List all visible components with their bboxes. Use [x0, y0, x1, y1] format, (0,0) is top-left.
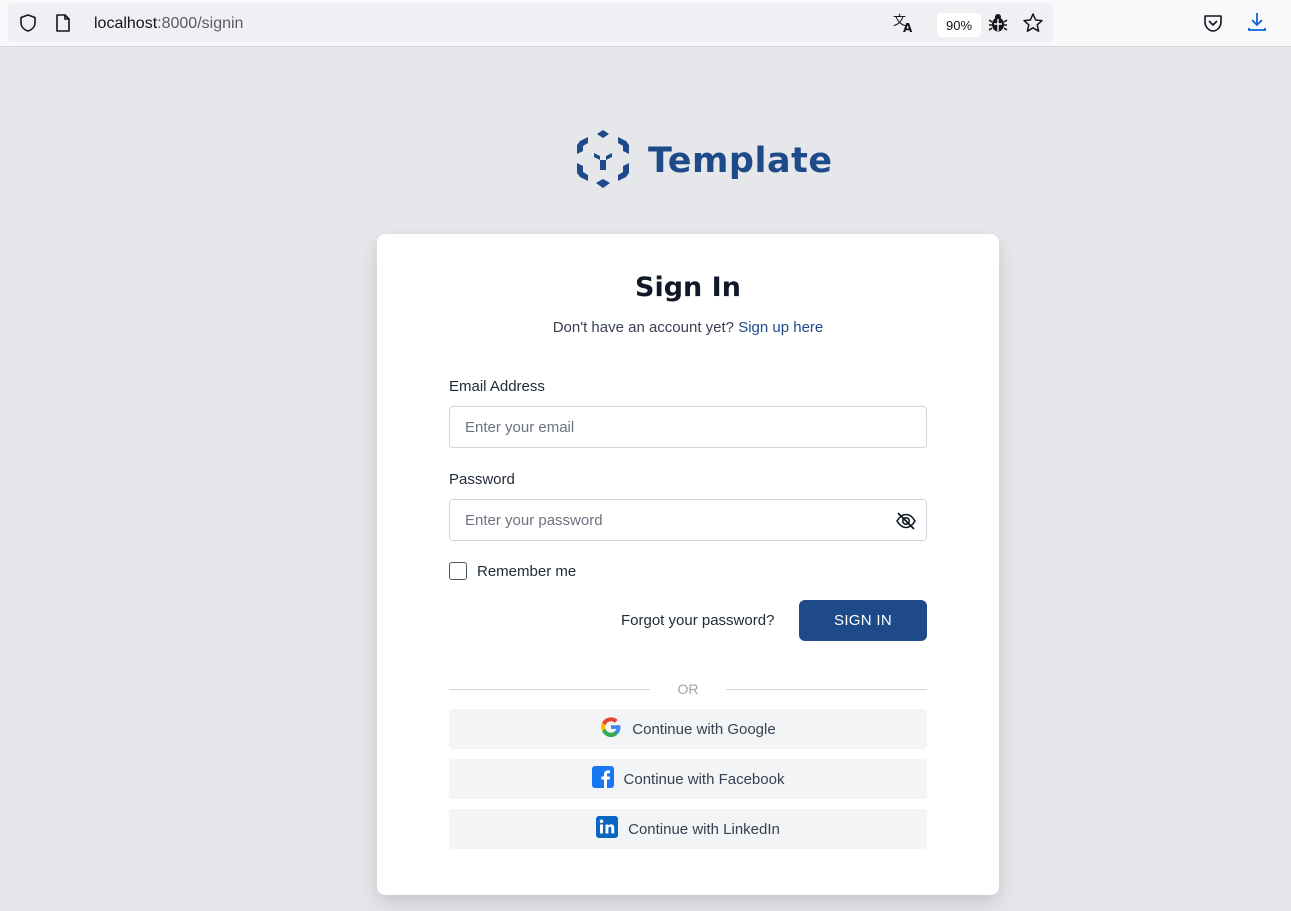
- eye-off-icon[interactable]: [895, 510, 917, 537]
- bookmark-star-icon[interactable]: [1022, 12, 1044, 34]
- google-signin-button[interactable]: Continue with Google: [449, 709, 927, 749]
- signin-button[interactable]: SIGN IN: [799, 600, 927, 641]
- page-icon: [54, 13, 72, 33]
- facebook-signin-button[interactable]: Continue with Facebook: [449, 759, 927, 799]
- facebook-button-label: Continue with Facebook: [623, 770, 785, 788]
- browser-toolbar: localhost:8000/signin 文A 90%: [0, 0, 1291, 47]
- remember-me[interactable]: Remember me: [449, 562, 576, 580]
- shield-icon[interactable]: [18, 13, 38, 33]
- email-field[interactable]: Enter your email: [449, 406, 927, 448]
- url-host: localhost: [94, 15, 158, 32]
- svg-text:A: A: [903, 21, 913, 34]
- download-icon[interactable]: [1246, 11, 1268, 33]
- or-divider: OR: [449, 680, 927, 700]
- address-bar[interactable]: localhost:8000/signin 文A 90%: [8, 3, 1053, 42]
- forgot-password-link[interactable]: Forgot your password?: [621, 612, 774, 629]
- google-icon: [600, 716, 622, 743]
- brand-logo[interactable]: Template: [574, 128, 833, 194]
- pocket-icon[interactable]: [1202, 12, 1224, 34]
- email-placeholder: Enter your email: [465, 419, 575, 436]
- brand-name: Template: [648, 141, 833, 181]
- password-field[interactable]: Enter your password: [449, 499, 927, 541]
- template-logo-icon: [574, 127, 632, 196]
- translate-icon[interactable]: 文A: [892, 12, 916, 34]
- remember-me-checkbox[interactable]: [449, 562, 467, 580]
- google-button-label: Continue with Google: [632, 720, 776, 738]
- url-text[interactable]: localhost:8000/signin: [94, 15, 243, 33]
- url-path: :8000/signin: [157, 15, 244, 32]
- linkedin-icon: [596, 815, 619, 843]
- password-placeholder: Enter your password: [465, 512, 603, 529]
- signup-prompt-text: Don't have an account yet?: [552, 319, 735, 336]
- linkedin-signin-button[interactable]: Continue with LinkedIn: [449, 809, 927, 849]
- signup-prompt: Don't have an account yet? Sign up here: [377, 319, 999, 336]
- signup-link[interactable]: Sign up here: [738, 319, 823, 336]
- page-title: Sign In: [635, 272, 741, 303]
- linkedin-button-label: Continue with LinkedIn: [628, 820, 780, 838]
- password-label: Password: [449, 471, 515, 488]
- bug-icon[interactable]: [987, 12, 1009, 34]
- email-label: Email Address: [449, 378, 545, 395]
- signin-card: Sign In Don't have an account yet? Sign …: [377, 234, 999, 895]
- divider-line-right: [726, 689, 927, 690]
- facebook-icon: [591, 765, 614, 793]
- zoom-level-button[interactable]: 90%: [937, 13, 981, 37]
- remember-me-label: Remember me: [477, 562, 577, 580]
